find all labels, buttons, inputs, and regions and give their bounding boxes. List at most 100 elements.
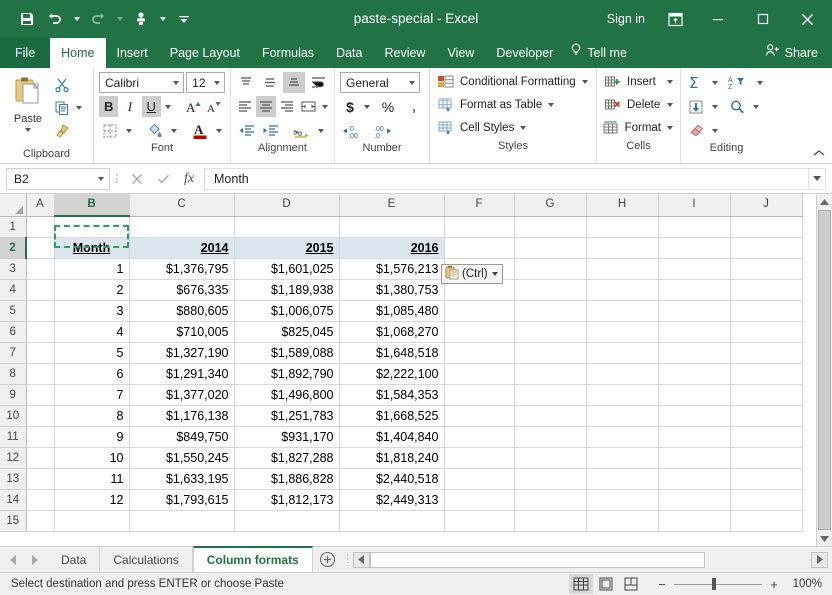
cell-E6[interactable]: $1,068,270 xyxy=(339,321,445,343)
font-color-button[interactable]: A xyxy=(189,120,211,141)
customize-qat-icon[interactable] xyxy=(171,7,197,31)
clear-button[interactable] xyxy=(685,120,707,141)
align-left-button[interactable] xyxy=(235,96,254,117)
delete-cells-button[interactable]: Delete xyxy=(601,94,676,116)
cell-H10[interactable] xyxy=(586,405,659,427)
merge-and-center-button[interactable] xyxy=(299,96,318,117)
sheet-tab-data[interactable]: Data xyxy=(48,547,101,572)
cell-I15[interactable] xyxy=(658,510,731,532)
cell-B1[interactable] xyxy=(54,216,130,238)
format-painter-button[interactable] xyxy=(51,120,84,141)
tab-home[interactable]: Home xyxy=(50,38,106,68)
font-name-combo[interactable]: Calibri xyxy=(99,72,185,93)
cell-J14[interactable] xyxy=(730,489,803,511)
cell-G1[interactable] xyxy=(514,216,587,238)
increase-indent-button[interactable] xyxy=(259,120,281,141)
cell-A12[interactable] xyxy=(26,447,55,469)
cell-E10[interactable]: $1,668,525 xyxy=(339,405,445,427)
row-header-8[interactable]: 8 xyxy=(0,363,27,385)
cell-D5[interactable]: $1,006,075 xyxy=(234,300,340,322)
autosum-dropdown-icon[interactable] xyxy=(709,73,720,93)
cell-E3[interactable]: $1,576,213 xyxy=(339,258,445,280)
clear-dropdown-icon[interactable] xyxy=(709,121,720,141)
select-all-corner[interactable] xyxy=(0,194,27,217)
cell-F9[interactable] xyxy=(444,384,515,406)
cell-C7[interactable]: $1,327,190 xyxy=(129,342,235,364)
tab-data[interactable]: Data xyxy=(325,38,373,68)
cell-I13[interactable] xyxy=(658,468,731,490)
cell-B13[interactable]: 11 xyxy=(54,468,130,490)
cell-D1[interactable] xyxy=(234,216,340,238)
cell-D9[interactable]: $1,496,800 xyxy=(234,384,340,406)
tab-page-layout[interactable]: Page Layout xyxy=(159,38,251,68)
row-header-15[interactable]: 15 xyxy=(0,510,27,532)
tab-view[interactable]: View xyxy=(436,38,485,68)
cell-E2[interactable]: 2016 xyxy=(339,237,445,259)
increase-decimal-button[interactable]: .0.00 xyxy=(340,120,366,141)
cell-G11[interactable] xyxy=(514,426,587,448)
cell-E4[interactable]: $1,380,753 xyxy=(339,279,445,301)
cell-B9[interactable]: 7 xyxy=(54,384,130,406)
cell-A5[interactable] xyxy=(26,300,55,322)
cell-D8[interactable]: $1,892,790 xyxy=(234,363,340,385)
cell-D2[interactable]: 2015 xyxy=(234,237,340,259)
number-format-combo[interactable]: General xyxy=(340,72,420,93)
cell-G13[interactable] xyxy=(514,468,587,490)
tab-splitter[interactable]: ⋮ xyxy=(343,547,353,572)
cell-E11[interactable]: $1,404,840 xyxy=(339,426,445,448)
font-name-dropdown-icon[interactable] xyxy=(168,73,183,92)
sign-in-button[interactable]: Sign in xyxy=(597,12,655,26)
align-center-button[interactable] xyxy=(256,96,276,117)
row-header-12[interactable]: 12 xyxy=(0,447,27,469)
cell-A1[interactable] xyxy=(26,216,55,238)
row-header-3[interactable]: 3 xyxy=(0,258,27,280)
cell-G12[interactable] xyxy=(514,447,587,469)
insert-cells-button[interactable]: Insert xyxy=(601,71,676,93)
next-sheet-icon[interactable] xyxy=(24,549,46,571)
expand-formula-bar-icon[interactable] xyxy=(809,167,826,190)
horizontal-scrollbar-track[interactable] xyxy=(369,551,811,568)
cell-C5[interactable]: $880,605 xyxy=(129,300,235,322)
tab-insert[interactable]: Insert xyxy=(106,38,159,68)
italic-button[interactable]: I xyxy=(120,96,139,117)
accounting-format-button[interactable]: $ xyxy=(340,96,360,117)
touch-mode-icon[interactable] xyxy=(128,7,154,31)
merge-dropdown-icon[interactable] xyxy=(320,97,330,117)
cell-F13[interactable] xyxy=(444,468,515,490)
cell-E13[interactable]: $2,440,518 xyxy=(339,468,445,490)
cell-I5[interactable] xyxy=(658,300,731,322)
cell-B6[interactable]: 4 xyxy=(54,321,130,343)
insert-function-icon[interactable]: fx xyxy=(176,168,202,190)
cell-H11[interactable] xyxy=(586,426,659,448)
cell-B14[interactable]: 12 xyxy=(54,489,130,511)
insert-cells-dropdown-icon[interactable] xyxy=(667,80,673,84)
borders-button[interactable] xyxy=(99,120,121,141)
previous-sheet-icon[interactable] xyxy=(2,549,24,571)
paste-options-dropdown-icon[interactable] xyxy=(491,272,498,276)
cell-B7[interactable]: 5 xyxy=(54,342,130,364)
column-header-g[interactable]: G xyxy=(514,194,587,217)
cell-B10[interactable]: 8 xyxy=(54,405,130,427)
cell-H13[interactable] xyxy=(586,468,659,490)
cell-B3[interactable]: 1 xyxy=(54,258,130,280)
column-header-d[interactable]: D xyxy=(234,194,340,217)
paste-options-button[interactable]: (Ctrl) xyxy=(441,264,503,284)
normal-view-icon[interactable] xyxy=(569,574,593,594)
row-header-5[interactable]: 5 xyxy=(0,300,27,322)
cell-G9[interactable] xyxy=(514,384,587,406)
bottom-align-button[interactable] xyxy=(283,72,305,93)
decrease-font-size-button[interactable]: A xyxy=(206,96,225,117)
fill-color-button[interactable] xyxy=(144,120,166,141)
row-header-10[interactable]: 10 xyxy=(0,405,27,427)
orientation-dropdown-icon[interactable] xyxy=(315,121,326,141)
middle-align-button[interactable] xyxy=(259,72,281,93)
row-header-1[interactable]: 1 xyxy=(0,216,27,238)
column-header-a[interactable]: A xyxy=(26,194,55,217)
font-size-combo[interactable]: 12 xyxy=(186,72,225,93)
cell-I12[interactable] xyxy=(658,447,731,469)
cell-C10[interactable]: $1,176,138 xyxy=(129,405,235,427)
cell-F8[interactable] xyxy=(444,363,515,385)
cancel-icon[interactable] xyxy=(124,168,150,190)
sheet-tab-calculations[interactable]: Calculations xyxy=(100,547,193,572)
zoom-out-button[interactable]: − xyxy=(656,577,668,592)
